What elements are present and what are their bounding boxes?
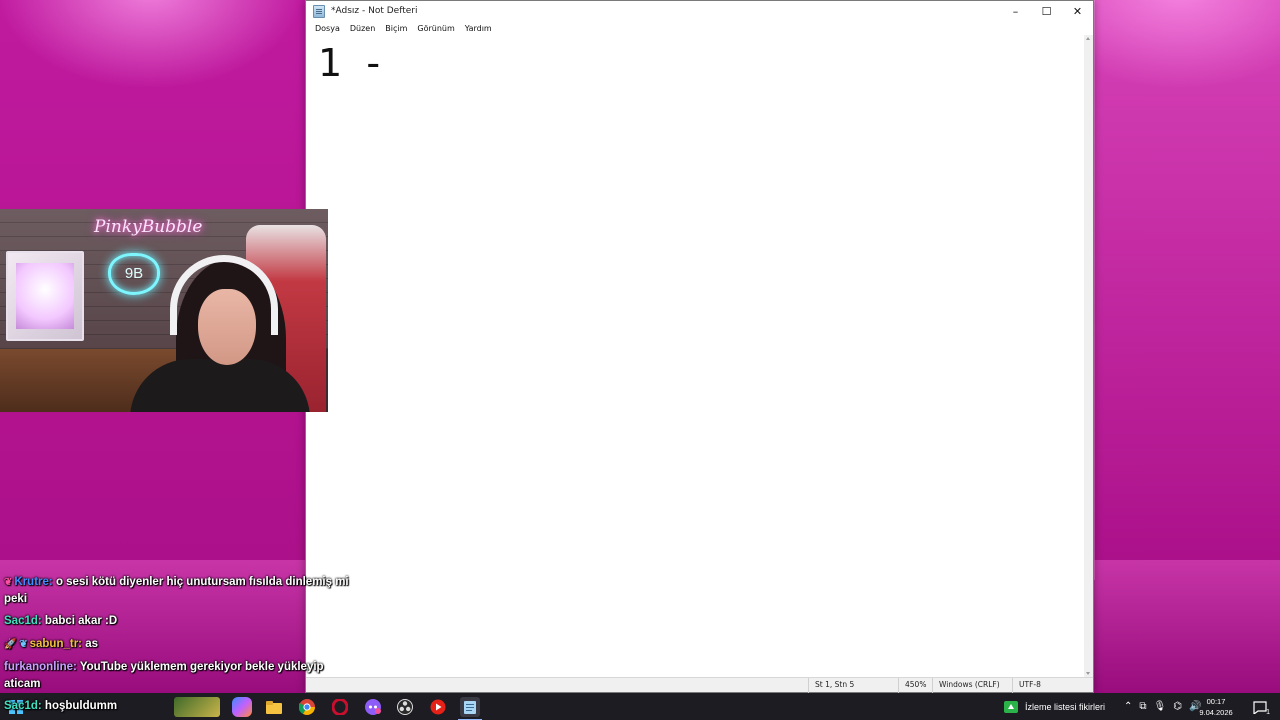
minimize-button[interactable]: – [1000,1,1031,21]
menu-help[interactable]: Yardım [460,24,497,33]
chat-badge-icon: 🚀 ❦ [4,639,28,650]
notepad-taskbar-icon[interactable] [458,697,482,720]
chat-username: furkanonline: [4,661,77,673]
menu-view[interactable]: Görünüm [412,24,459,33]
webcam-neon-sign: PinkyBubble [94,217,203,237]
play-icon [430,699,446,715]
close-button[interactable]: ✕ [1062,1,1093,21]
text-editor[interactable]: 1 - [306,35,1084,677]
notification-icon [1253,700,1267,714]
system-tray: ⌃ ⧉ 🎙 ⌬ 🔊 [1124,693,1201,720]
notification-count: 1 [1266,709,1270,716]
news-icon [1004,700,1018,713]
webcam-neon-logo: 9B [108,253,160,295]
chat-message: Sac1d: babci akar :D [4,613,354,630]
chat-text: as [85,638,99,650]
status-cursor-position: St 1, Stn 5 [808,678,898,693]
menu-format[interactable]: Biçim [380,24,412,33]
chat-text: hoşbuldumm [44,700,118,712]
notepad-icon [464,700,476,714]
chat-message: Sac1d: hoşbuldumm [4,698,354,715]
status-zoom: 450% [898,678,930,693]
title-bar[interactable]: *Adsız - Not Defteri – ☐ ✕ [306,1,1093,21]
obs-logo-icon [397,699,413,715]
meet-now-icon[interactable]: ⧉ [1139,701,1146,712]
menu-file[interactable]: Dosya [310,24,345,33]
status-encoding: UTF-8 [1012,678,1082,693]
clock-date: 9.04.2026 [1199,708,1233,717]
chat-username: Sac1d: [4,700,42,712]
chat-username: Sac1d: [4,615,42,627]
window-title: *Adsız - Not Defteri [331,6,418,16]
chat-badge-icon: ❦ [4,577,13,588]
chat-message: ❦ Krutre: o sesi kötü diyenler hiç unutur… [4,574,354,608]
background-wall-panel [1094,0,1280,580]
vertical-scrollbar[interactable] [1084,35,1093,677]
notepad-icon [313,4,325,18]
window-controls: – ☐ ✕ [1000,1,1093,21]
news-text: İzleme listesi fikirleri [1025,701,1106,712]
status-bar: St 1, Stn 5 450% Windows (CRLF) UTF-8 [306,677,1093,693]
webcam-pc-case [6,251,84,341]
chevron-up-icon[interactable]: ⌃ [1124,701,1132,712]
webcam-feed: PinkyBubble 9B [0,209,328,412]
news-widget[interactable]: İzleme listesi fikirleri [1004,693,1105,720]
chat-username: Krutre: [14,576,53,588]
maximize-button[interactable]: ☐ [1031,1,1062,21]
chat-message: furkanonline: YouTube yüklemem gerekiyor… [4,659,354,693]
menu-bar: Dosya Düzen Biçim Görünüm Yardım [306,21,1093,35]
status-line-ending: Windows (CRLF) [932,678,1012,693]
youtube-icon[interactable] [428,697,448,717]
chat-text: babci akar :D [44,615,118,627]
discord-icon[interactable] [363,697,383,717]
menu-edit[interactable]: Düzen [345,24,380,33]
network-icon[interactable]: ⌬ [1173,701,1182,712]
clock[interactable]: 00:17 9.04.2026 [1196,696,1236,718]
chat-username: sabun_tr: [29,638,83,650]
notepad-window[interactable]: *Adsız - Not Defteri – ☐ ✕ Dosya Düzen B… [305,0,1094,693]
notification-button[interactable]: 1 [1250,697,1270,717]
obs-icon[interactable] [395,697,415,717]
chat-text: o sesi kötü diyenler hiç unutursam fısıl… [4,576,349,605]
clock-time: 00:17 [1206,697,1226,706]
discord-logo-icon [365,699,381,715]
chat-message: 🚀 ❦ sabun_tr: as [4,636,354,653]
microphone-icon[interactable]: 🎙 [1154,701,1167,712]
